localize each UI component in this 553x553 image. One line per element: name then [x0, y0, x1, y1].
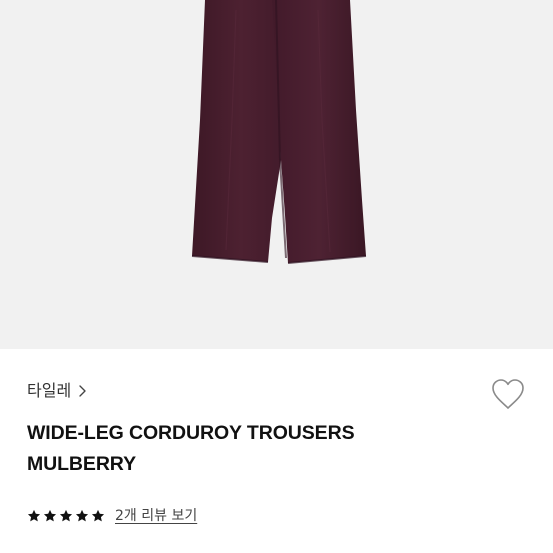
brand-name: 타일레 [27, 381, 72, 400]
product-title-line-2: MULBERRY [27, 453, 136, 475]
star-icon [27, 509, 41, 522]
trousers-photo [191, 0, 367, 264]
heart-outline-icon[interactable] [490, 377, 526, 411]
star-icon [75, 509, 89, 522]
product-info: 타일레 WIDE-LEG CORDUROY TROUSERS MULBERRY … [0, 349, 553, 553]
product-title: WIDE-LEG CORDUROY TROUSERS MULBERRY [27, 418, 447, 480]
rating-stars [27, 509, 105, 523]
star-icon [59, 509, 73, 522]
review-link[interactable]: 2개 리뷰 보기 [115, 506, 197, 526]
product-detail-page: 타일레 WIDE-LEG CORDUROY TROUSERS MULBERRY … [0, 0, 553, 553]
product-title-line-1: WIDE-LEG CORDUROY TROUSERS [27, 422, 355, 444]
rating-row: 2개 리뷰 보기 [27, 505, 197, 527]
star-icon [43, 509, 57, 522]
brand-link[interactable]: 타일레 [27, 379, 87, 403]
star-icon [91, 509, 105, 522]
chevron-right-icon [79, 385, 86, 397]
product-image [0, 0, 553, 349]
